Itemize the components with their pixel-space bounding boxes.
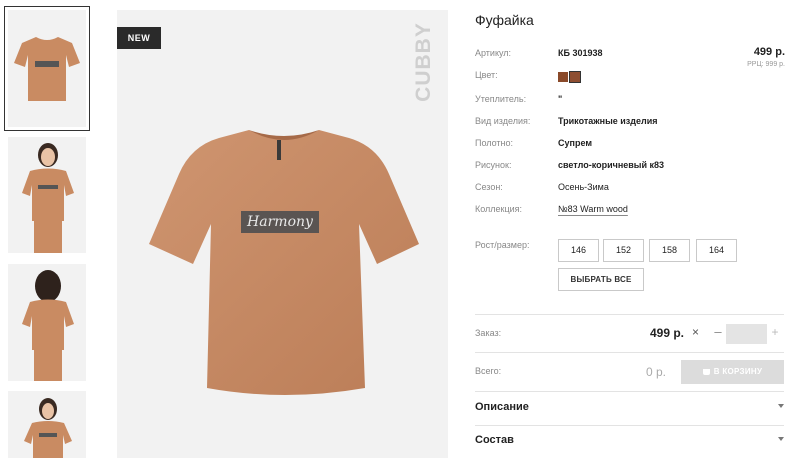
brand-watermark: CUBBY [412, 22, 435, 102]
total-value: 0 р. [646, 365, 667, 379]
total-label: Всего: [475, 366, 502, 376]
add-to-cart-button[interactable]: В КОРЗИНУ [681, 360, 784, 384]
svg-text:Harmony: Harmony [246, 214, 314, 230]
property-collection: Коллекция: №83 Warm wood [475, 204, 775, 218]
property-label: Утеплитель: [475, 94, 527, 104]
size-label: Рост/размер: [475, 240, 530, 250]
property-color: Цвет: [475, 70, 775, 84]
main-product-image[interactable]: NEW CUBBY Harmony [117, 10, 448, 458]
rrp-price: РРЦ: 999 р. [747, 61, 785, 68]
chevron-down-icon [778, 404, 784, 408]
thumbnail-model-back-image [22, 270, 74, 381]
property-pattern: Рисунок: светло-коричневый к83 [475, 160, 775, 174]
thumbnail-4[interactable] [8, 391, 86, 458]
divider [475, 352, 784, 353]
property-label: Цвет: [475, 70, 498, 80]
property-label: Вид изделия: [475, 116, 531, 126]
property-value: Осень-Зима [558, 182, 609, 192]
property-label: Артикул: [475, 48, 512, 58]
property-label: Коллекция: [475, 204, 523, 214]
property-label: Полотно: [475, 138, 514, 148]
quantity-input[interactable] [726, 324, 767, 344]
property-label: Сезон: [475, 182, 503, 192]
property-article: Артикул: КБ 301938 [475, 48, 775, 62]
color-swatches [558, 71, 582, 90]
collection-link[interactable]: №83 Warm wood [558, 204, 628, 214]
thumbnail-shirt-image [14, 37, 80, 101]
qty-increase-button[interactable]: + [769, 325, 781, 339]
new-badge: NEW [117, 27, 161, 49]
property-value: светло-коричневый к83 [558, 160, 665, 170]
multiply-sign: × [692, 325, 700, 339]
accordion-composition[interactable]: Состав [475, 434, 784, 450]
thumbnail-1[interactable] [4, 6, 90, 131]
size-option-146[interactable]: 146 [558, 239, 599, 262]
accordion-description[interactable]: Описание [475, 401, 784, 417]
select-all-sizes-button[interactable]: ВЫБРАТЬ ВСЕ [558, 268, 644, 291]
cart-icon [702, 368, 710, 375]
accordion-title: Состав [475, 434, 514, 446]
property-value: Трикотажные изделия [558, 116, 658, 126]
property-value: " [558, 94, 563, 104]
thumbnail-model-pose-image [24, 398, 72, 458]
product-shirt-image: Harmony [149, 130, 419, 395]
color-swatch-2[interactable] [569, 71, 581, 83]
thumbnail-model-front-image [22, 143, 74, 253]
accordion-title: Описание [475, 401, 529, 413]
property-value: Супрем [558, 138, 592, 148]
order-price: 499 р. [650, 326, 685, 340]
qty-decrease-button[interactable]: – [712, 324, 724, 339]
chevron-down-icon [778, 437, 784, 441]
property-season: Сезон: Осень-Зима [475, 182, 775, 196]
property-label: Рисунок: [475, 160, 512, 170]
thumbnail-2[interactable] [8, 137, 86, 253]
size-option-158[interactable]: 158 [649, 239, 690, 262]
property-fabric: Полотно: Супрем [475, 138, 775, 152]
divider [475, 425, 784, 426]
property-insulation: Утеплитель: " [475, 94, 775, 108]
size-option-152[interactable]: 152 [603, 239, 644, 262]
thumbnail-3[interactable] [8, 264, 86, 381]
property-value: КБ 301938 [558, 48, 603, 58]
color-swatch-1[interactable] [558, 72, 568, 82]
product-title: Фуфайка [475, 12, 534, 28]
order-label: Заказ: [475, 328, 502, 338]
divider [475, 391, 784, 392]
property-type: Вид изделия: Трикотажные изделия [475, 116, 775, 130]
divider [475, 314, 784, 315]
size-option-164[interactable]: 164 [696, 239, 737, 262]
